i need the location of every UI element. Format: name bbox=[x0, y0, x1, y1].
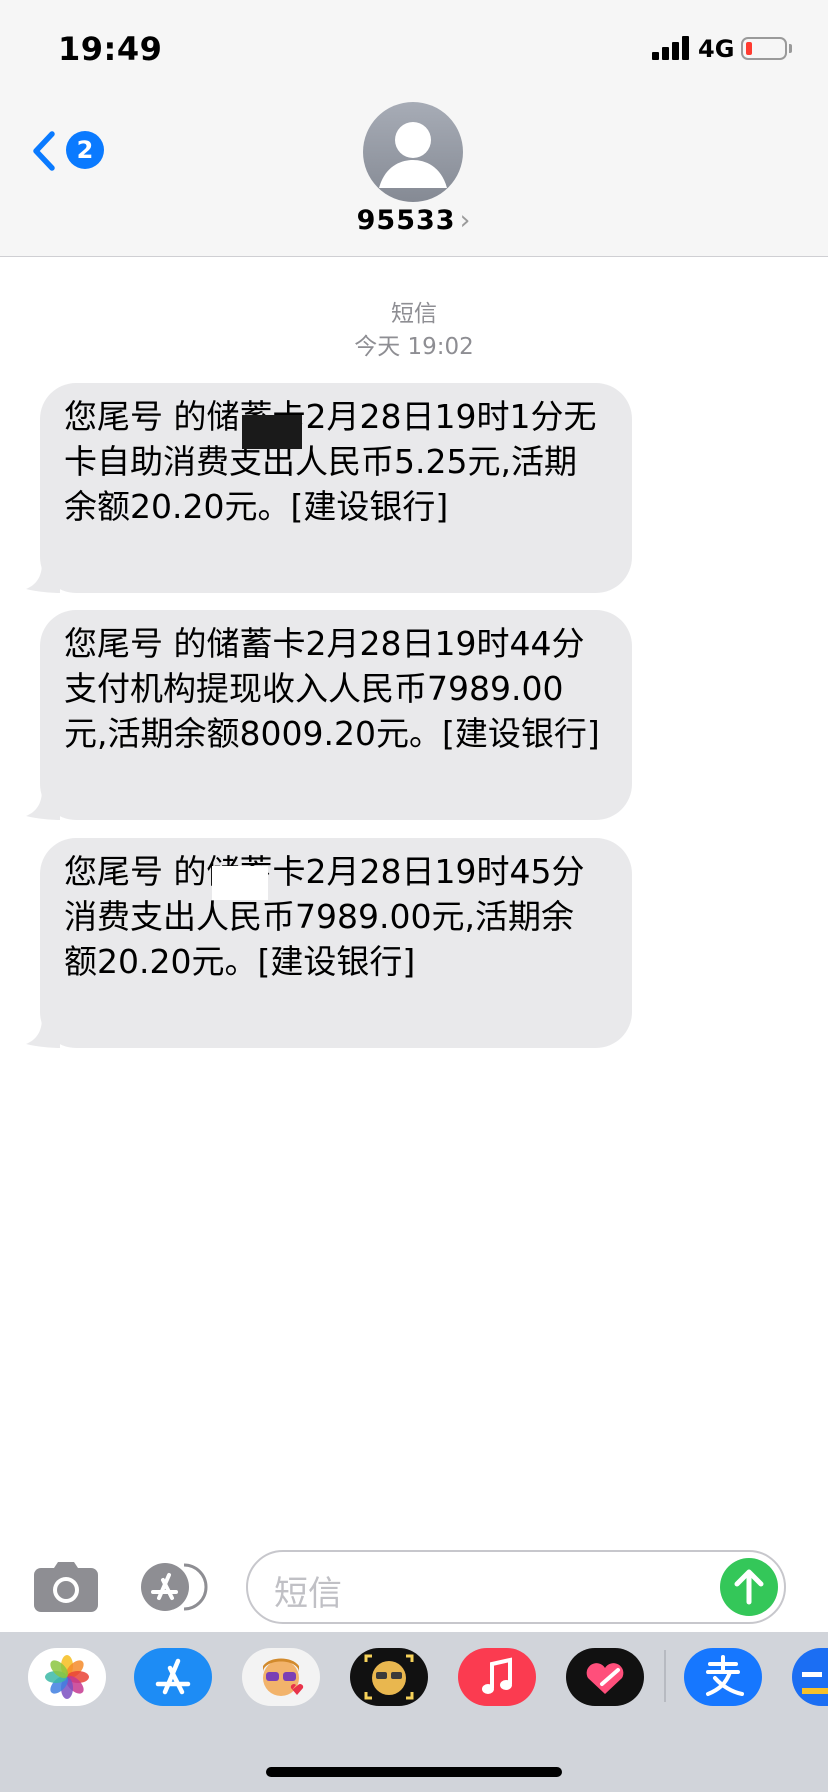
send-button[interactable] bbox=[720, 1558, 778, 1616]
back-button[interactable]: 2 bbox=[30, 126, 110, 176]
message-text: 您尾号 的储蓄卡2月28日19时45分消费支出人民币7989.00元,活期余额2… bbox=[64, 852, 585, 981]
app-store-icon[interactable] bbox=[134, 1648, 212, 1706]
camera-icon bbox=[34, 1562, 98, 1612]
camera-button[interactable] bbox=[34, 1562, 98, 1612]
status-bar: 19:49 4G bbox=[0, 0, 828, 100]
message-text: 您尾号 的储蓄卡2月28日19时1分无卡自助消费支出人民币5.25元,活期余额2… bbox=[64, 397, 597, 526]
chevron-right-icon: › bbox=[459, 205, 472, 236]
contact-name[interactable]: 95533 bbox=[357, 205, 456, 236]
chevron-left-icon bbox=[33, 131, 55, 171]
redacted-card-number bbox=[242, 415, 302, 449]
person-icon bbox=[379, 122, 447, 188]
message-input-placeholder: 短信 bbox=[274, 1574, 342, 1614]
redacted-card-number bbox=[212, 866, 268, 900]
unread-count-badge: 2 bbox=[66, 131, 104, 169]
message-bubble[interactable]: 您尾号 的储蓄卡2月28日19时45分消费支出人民币7989.00元,活期余额2… bbox=[26, 838, 632, 1048]
status-time: 19:49 bbox=[58, 30, 163, 68]
cellular-signal-icon bbox=[652, 36, 692, 60]
contact-name-row[interactable]: 95533 › bbox=[0, 205, 828, 236]
music-icon[interactable] bbox=[458, 1648, 536, 1706]
home-indicator bbox=[266, 1767, 562, 1777]
battery-cap bbox=[789, 44, 792, 53]
conversation-timestamp: 今天 19:02 bbox=[354, 334, 474, 360]
arrow-up-icon bbox=[734, 1569, 764, 1605]
contact-avatar[interactable] bbox=[363, 102, 463, 202]
service-label: 短信 bbox=[391, 301, 437, 327]
digital-touch-icon[interactable] bbox=[566, 1648, 644, 1706]
message-bubble[interactable]: 您尾号 的储蓄卡2月28日19时1分无卡自助消费支出人民币5.25元,活期余额2… bbox=[26, 383, 632, 593]
animoji-icon[interactable] bbox=[350, 1648, 428, 1706]
bubble-tail bbox=[26, 790, 60, 820]
memoji-stickers-icon[interactable] bbox=[242, 1648, 320, 1706]
photos-icon[interactable] bbox=[28, 1648, 106, 1706]
network-type: 4G bbox=[698, 35, 735, 63]
message-input[interactable]: 短信 bbox=[246, 1550, 786, 1624]
battery-icon bbox=[741, 37, 787, 60]
drawer-divider bbox=[664, 1650, 666, 1702]
app-store-icon bbox=[141, 1563, 208, 1611]
alipay-icon[interactable] bbox=[684, 1648, 762, 1706]
app-store-button[interactable] bbox=[140, 1562, 212, 1612]
message-bubble[interactable]: 您尾号 的储蓄卡2月28日19时44分支付机构提现收入人民币7989.00元,活… bbox=[26, 610, 632, 820]
bubble-tail bbox=[26, 563, 60, 593]
bubble-tail bbox=[26, 1018, 60, 1048]
message-text: 您尾号 的储蓄卡2月28日19时44分支付机构提现收入人民币7989.00元,活… bbox=[64, 624, 600, 753]
